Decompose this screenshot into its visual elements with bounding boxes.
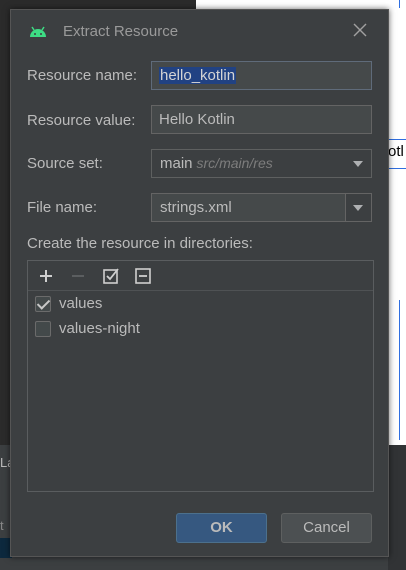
uncheck-all-icon[interactable] xyxy=(133,266,153,286)
android-icon xyxy=(30,26,46,37)
file-name-label: File name: xyxy=(27,199,98,216)
directories-panel: values values-night xyxy=(27,260,374,492)
resource-value-text: Hello Kotlin xyxy=(159,111,235,128)
file-name-combobox[interactable]: strings.xml xyxy=(151,193,372,222)
bottom-panel-text: t xyxy=(0,518,4,533)
file-name-value: strings.xml xyxy=(160,199,232,216)
editor-highlight-line xyxy=(386,168,406,169)
cancel-button[interactable]: Cancel xyxy=(281,513,372,543)
source-set-path-hint: src/main/res xyxy=(196,155,273,171)
list-item[interactable]: values xyxy=(28,292,373,317)
remove-icon[interactable] xyxy=(68,266,88,286)
directories-list: values values-night xyxy=(28,292,373,342)
editor-highlight-line xyxy=(386,139,406,140)
resource-value-label: Resource value: xyxy=(27,112,136,129)
editor-gutter-line xyxy=(399,300,400,440)
chevron-down-icon xyxy=(353,205,363,211)
source-set-value: main xyxy=(160,155,193,172)
add-icon[interactable] xyxy=(36,266,56,286)
source-set-dropdown[interactable]: main src/main/res xyxy=(151,149,372,178)
list-item[interactable]: values-night xyxy=(28,317,373,342)
bottom-panel-side xyxy=(388,445,406,570)
resource-value-input[interactable]: Hello Kotlin xyxy=(151,105,372,134)
resource-name-label: Resource name: xyxy=(27,67,138,84)
directories-toolbar xyxy=(28,261,373,291)
list-item-label: values xyxy=(59,295,103,312)
editor-gutter-line xyxy=(399,0,400,8)
dialog-titlebar[interactable]: Extract Resource xyxy=(11,10,388,52)
chevron-down-icon xyxy=(353,161,363,167)
resource-name-input[interactable]: hello_kotlin xyxy=(151,61,372,90)
dialog-title: Extract Resource xyxy=(63,23,179,40)
values-night-checkbox[interactable] xyxy=(35,321,51,337)
list-item-label: values-night xyxy=(59,320,140,337)
extract-resource-dialog: Extract Resource Resource name: hello_ko… xyxy=(10,9,389,557)
close-icon[interactable] xyxy=(350,20,370,40)
check-all-icon[interactable] xyxy=(101,266,121,286)
ok-button[interactable]: OK xyxy=(176,513,267,543)
directories-label: Create the resource in directories: xyxy=(27,235,253,252)
editor-code-fragment: otl xyxy=(388,143,404,160)
file-name-dropdown-button[interactable] xyxy=(345,194,371,221)
source-set-label: Source set: xyxy=(27,155,103,172)
values-checkbox[interactable] xyxy=(35,296,51,312)
resource-name-value: hello_kotlin xyxy=(159,67,237,84)
